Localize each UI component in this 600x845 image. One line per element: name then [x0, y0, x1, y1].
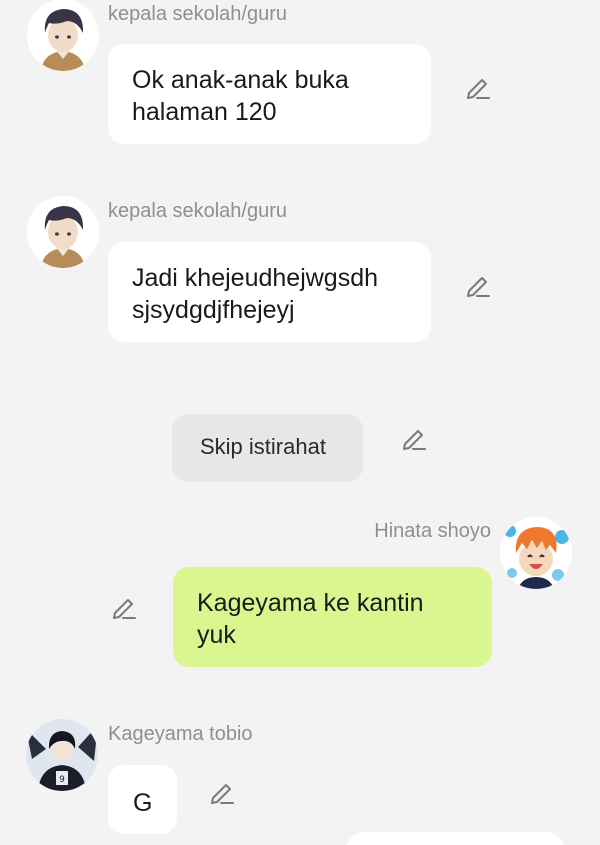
narration-bubble[interactable]: Skip istirahat: [172, 414, 363, 482]
edit-message-button[interactable]: [109, 592, 139, 622]
edit-message-button[interactable]: [463, 270, 493, 300]
teacher-portrait-icon: [27, 0, 99, 71]
message-bubble[interactable]: G: [108, 765, 177, 834]
pencil-edit-icon: [403, 430, 426, 450]
svg-text:9: 9: [59, 775, 65, 785]
message-bubble[interactable]: Kageyama ke kantin yuk: [173, 567, 492, 667]
pencil-edit-icon: [467, 277, 490, 297]
teacher-avatar[interactable]: [27, 0, 99, 71]
kageyama-portrait-icon: 9: [26, 719, 98, 791]
sender-name: kepala sekolah/guru: [108, 3, 288, 25]
edit-message-button[interactable]: [463, 72, 493, 102]
hinata-avatar[interactable]: [500, 517, 572, 589]
sender-name: Kageyama tobio: [108, 723, 253, 745]
sender-name: kepala sekolah/guru: [108, 200, 288, 222]
message-bubble[interactable]: Ok anak-anak buka halaman 120: [108, 44, 431, 144]
pencil-edit-icon: [113, 599, 136, 619]
partial-bubble[interactable]: [345, 832, 565, 845]
sender-name: Hinata shoyo: [374, 520, 491, 542]
message-bubble[interactable]: Jadi khejeudhejwgsdh sjsydgdjfhejeyj: [108, 242, 431, 342]
hinata-portrait-icon: [500, 517, 572, 589]
kageyama-avatar[interactable]: 9: [26, 719, 98, 791]
edit-message-button[interactable]: [399, 423, 429, 453]
edit-message-button[interactable]: [207, 777, 237, 807]
pencil-edit-icon: [467, 79, 490, 99]
teacher-avatar[interactable]: [27, 196, 99, 268]
pencil-edit-icon: [211, 784, 234, 804]
teacher-portrait-icon: [27, 196, 99, 268]
